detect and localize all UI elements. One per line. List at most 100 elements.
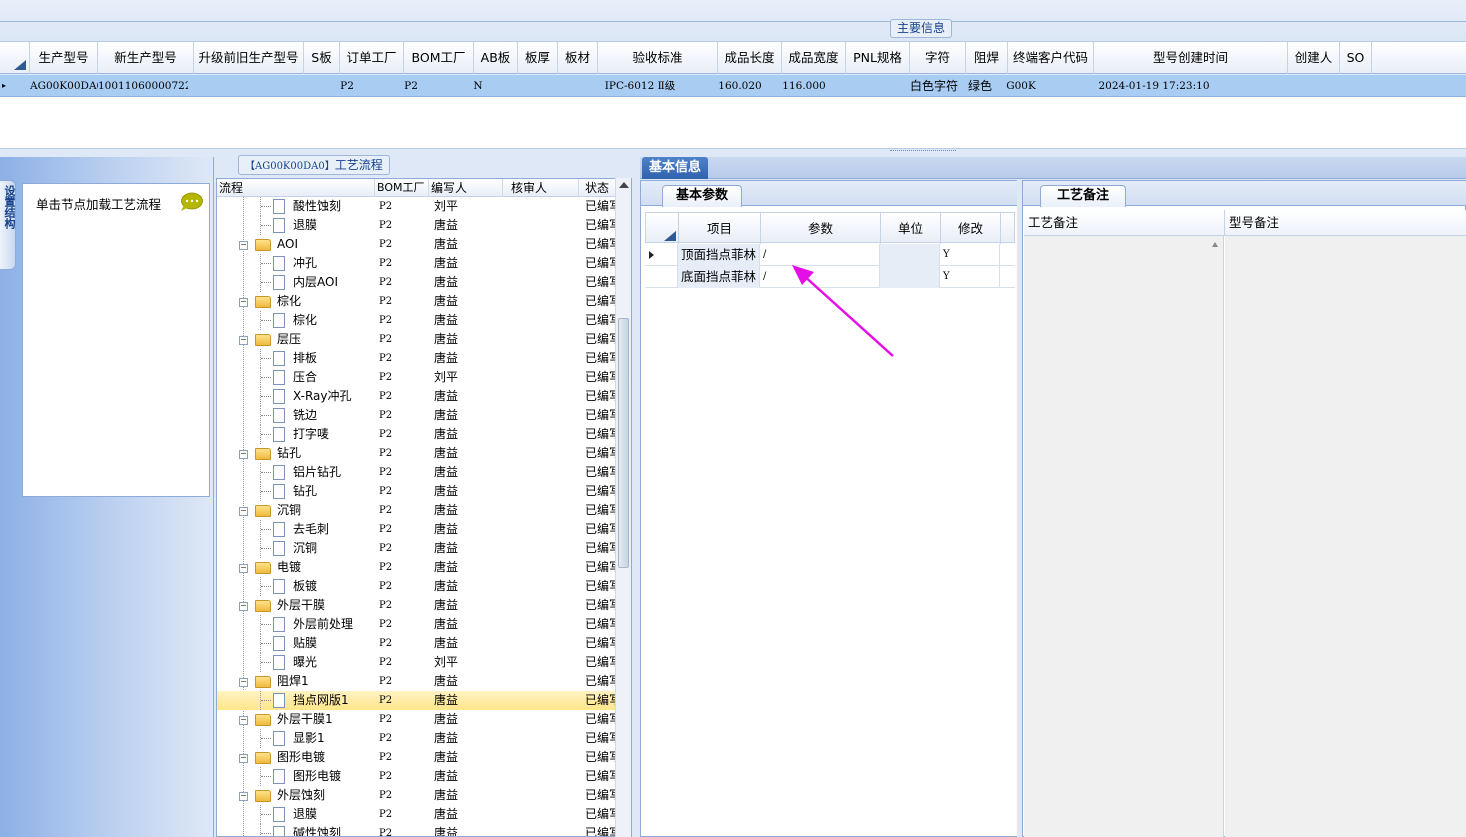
tree-node-label[interactable]: 退膜 [293,216,317,235]
col-new-model[interactable]: 新生产型号 [98,42,194,74]
tree-node-label[interactable]: 图形电镀 [277,748,325,767]
tree-node-label[interactable]: 钻孔 [293,482,317,501]
tree-node-label[interactable]: 沉铜 [293,539,317,558]
tree-node-label[interactable]: 挡点网版1 [293,691,349,710]
process-remarks-textarea[interactable] [1024,236,1224,837]
cell-order-factory[interactable]: P2 [330,75,364,97]
tree-node-label[interactable]: 打字唛 [293,425,329,444]
cell-so[interactable] [1340,75,1372,97]
col-creator[interactable]: 创建人 [1288,42,1340,74]
tree-node-label[interactable]: 去毛刺 [293,520,329,539]
row-selector[interactable] [645,244,678,266]
tree-node-label[interactable]: 内层AOI [293,273,338,292]
tab-basic-params[interactable]: 基本参数 [662,185,742,207]
cell-bom-factory[interactable]: P2 [394,75,428,97]
tree-row[interactable]: 铝片钻孔 P2 唐益 已编写 [217,463,617,482]
tree-node-label[interactable]: 碱性蚀刻 [293,824,341,836]
col-order-factory[interactable]: 订单工厂 [340,42,404,74]
tree-row[interactable]: 打字唛 P2 唐益 已编写 [217,425,617,444]
collapse-toggle-icon[interactable]: − [239,336,248,345]
tree-col-bom-factory[interactable]: BOM工厂 [375,179,429,197]
process-tree[interactable]: 流程 BOM工厂 编写人 核审人 状态 酸性蚀刻P2刘平已编写退膜P2唐益已编写… [216,178,632,837]
tree-row[interactable]: − 层压 P2 唐益 已编写 [217,330,617,349]
collapse-toggle-icon[interactable]: − [239,450,248,459]
params-col-param[interactable]: 参数 [761,213,881,244]
tree-node-label[interactable]: 酸性蚀刻 [293,197,341,216]
col-model[interactable]: 生产型号 [30,42,98,74]
model-grid-row[interactable]: ▸ AG00K00DA0 10011060000722 P2 P2 N IPC-… [0,75,1466,97]
collapse-toggle-icon[interactable]: − [239,507,248,516]
col-char[interactable]: 字符 [910,42,966,74]
tree-node-label[interactable]: X-Ray冲孔 [293,387,351,406]
collapse-toggle-icon[interactable]: − [239,298,248,307]
tree-row[interactable]: 压合 P2 刘平 已编写 [217,368,617,387]
speech-bubble-icon[interactable] [179,192,203,212]
tree-node-label[interactable]: 压合 [293,368,317,387]
tree-row[interactable]: − 钻孔 P2 唐益 已编写 [217,444,617,463]
col-length[interactable]: 成品长度 [718,42,782,74]
tree-row[interactable]: 酸性蚀刻 P2 刘平 已编写 [217,197,617,216]
tree-row[interactable]: 贴膜 P2 唐益 已编写 [217,634,617,653]
col-created-time[interactable]: 型号创建时间 [1094,42,1288,74]
params-col-modify[interactable]: 修改 [941,213,1001,244]
tree-col-flow[interactable]: 流程 [217,179,375,197]
tree-row[interactable]: 外层前处理 P2 唐益 已编写 [217,615,617,634]
tree-row[interactable]: − 外层干膜 P2 唐益 已编写 [217,596,617,615]
cell-length[interactable]: 160.020 [712,75,768,97]
col-solder-mask[interactable]: 阻焊 [966,42,1008,74]
tree-node-label[interactable]: AOI [277,235,298,254]
tree-col-reviewer[interactable]: 核审人 [503,179,579,197]
tree-node-label[interactable]: 电镀 [277,558,301,577]
tree-node-label[interactable]: 外层前处理 [293,615,353,634]
tree-node-label[interactable]: 外层干膜1 [277,710,333,729]
tree-row[interactable]: 曝光 P2 刘平 已编写 [217,653,617,672]
tree-row[interactable]: 内层AOI P2 唐益 已编写 [217,273,617,292]
model-remarks-textarea[interactable] [1225,236,1466,837]
tree-row[interactable]: 排板 P2 唐益 已编写 [217,349,617,368]
tree-node-label[interactable]: 棕化 [293,311,317,330]
cell-model[interactable]: AG00K00DA0 [30,75,98,97]
tree-row[interactable]: − AOI P2 唐益 已编写 [217,235,617,254]
structure-side-tab[interactable]: 设置结构 [0,180,16,270]
cell-created-time[interactable]: 2024-01-19 17:23:10 [1092,75,1216,97]
tree-row[interactable]: 图形电镀 P2 唐益 已编写 [217,767,617,786]
params-col-unit[interactable]: 单位 [881,213,941,244]
params-cell-modify[interactable]: Y [940,244,1000,266]
tree-row[interactable]: − 外层蚀刻 P2 唐益 已编写 [217,786,617,805]
params-cell-modify[interactable]: Y [940,266,1000,288]
tree-node-label[interactable]: 外层干膜 [277,596,325,615]
tree-row[interactable]: − 阻焊1 P2 唐益 已编写 [217,672,617,691]
cell-width[interactable]: 116.000 [776,75,832,97]
col-bom-factory[interactable]: BOM工厂 [404,42,474,74]
collapse-toggle-icon[interactable]: − [239,792,248,801]
grid-corner[interactable] [0,42,30,74]
collapse-toggle-icon[interactable]: − [239,241,248,250]
col-old-model[interactable]: 升级前旧生产型号 [194,42,304,74]
collapse-toggle-icon[interactable]: − [239,602,248,611]
tree-node-label[interactable]: 冲孔 [293,254,317,273]
tree-node-label[interactable]: 外层蚀刻 [277,786,325,805]
col-width[interactable]: 成品宽度 [782,42,846,74]
col-so[interactable]: SO [1340,42,1372,74]
tab-basic-info[interactable]: 基本信息 [642,157,708,179]
tree-node-label[interactable]: 棕化 [277,292,301,311]
cell-ab-board[interactable]: N [468,75,488,97]
collapse-toggle-icon[interactable]: − [239,754,248,763]
collapse-toggle-icon[interactable]: − [239,564,248,573]
tree-node-label[interactable]: 阻焊1 [277,672,309,691]
tree-node-label[interactable]: 层压 [277,330,301,349]
tree-node-label[interactable]: 排板 [293,349,317,368]
cell-creator[interactable] [1288,75,1340,97]
params-col-item[interactable]: 项目 [679,213,761,244]
tree-col-writer[interactable]: 编写人 [429,179,503,197]
tree-row[interactable]: 去毛刺 P2 唐益 已编写 [217,520,617,539]
tree-node-label[interactable]: 显影1 [293,729,325,748]
tree-row[interactable]: X-Ray冲孔 P2 唐益 已编写 [217,387,617,406]
tree-scrollbar[interactable] [615,178,631,837]
cell-thickness[interactable] [518,75,558,97]
collapse-toggle-icon[interactable]: − [239,678,248,687]
tree-row[interactable]: 板镀 P2 唐益 已编写 [217,577,617,596]
tree-col-status[interactable]: 状态 [579,179,617,197]
tree-row[interactable]: − 沉铜 P2 唐益 已编写 [217,501,617,520]
col-s-board[interactable]: S板 [304,42,340,74]
